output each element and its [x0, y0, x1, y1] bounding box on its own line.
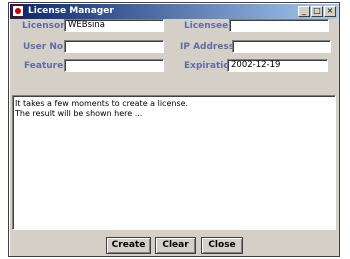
output-line: The result will be shown here ...	[15, 109, 143, 118]
clear-button[interactable]: Clear	[155, 237, 196, 254]
close-button[interactable]: Close	[201, 237, 243, 254]
window-title: License Manager	[28, 6, 114, 16]
expiration-field[interactable]: 2002-12-19	[227, 59, 328, 72]
ip-address-label: IP Address	[180, 42, 235, 52]
create-button[interactable]: Create	[106, 237, 151, 254]
app-icon	[12, 5, 24, 17]
user-no-field[interactable]	[64, 40, 164, 53]
licensor-label: Licensor	[22, 21, 65, 31]
license-manager-window: License Manager _ □ × Licensor WEBsina L…	[8, 2, 340, 257]
output-line: It takes a few moments to create a licen…	[15, 99, 189, 108]
feature-label: Feature	[24, 61, 64, 71]
licensor-field[interactable]: WEBsina	[64, 19, 164, 32]
ip-address-field[interactable]	[232, 40, 331, 53]
user-no-label: User No	[23, 42, 64, 52]
minimize-button[interactable]: _	[298, 6, 310, 17]
output-text-area[interactable]: It takes a few moments to create a licen…	[12, 95, 336, 230]
close-window-button[interactable]: ×	[324, 6, 336, 17]
maximize-button[interactable]: □	[311, 6, 323, 17]
licensee-field[interactable]	[229, 19, 329, 32]
title-bar[interactable]: License Manager _ □ ×	[10, 4, 338, 19]
feature-field[interactable]	[64, 59, 164, 72]
licensee-label: Licensee	[184, 21, 229, 31]
